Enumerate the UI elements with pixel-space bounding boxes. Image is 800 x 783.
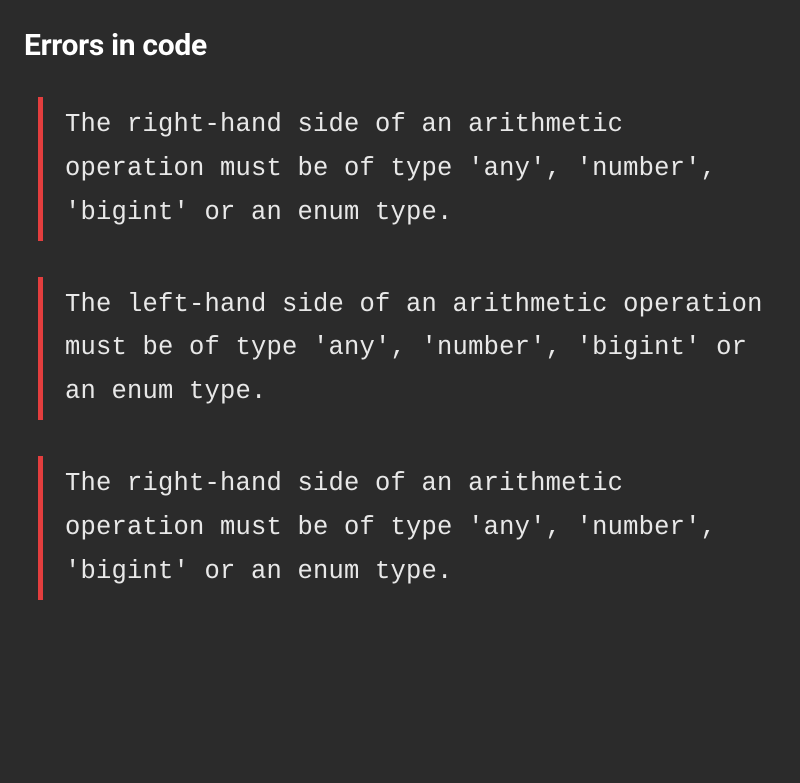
error-item: The right-hand side of an arithmetic ope…: [38, 97, 776, 241]
error-item: The right-hand side of an arithmetic ope…: [38, 456, 776, 600]
error-list: The right-hand side of an arithmetic ope…: [24, 97, 776, 600]
errors-panel-title: Errors in code: [24, 28, 776, 63]
error-item: The left-hand side of an arithmetic oper…: [38, 277, 776, 421]
